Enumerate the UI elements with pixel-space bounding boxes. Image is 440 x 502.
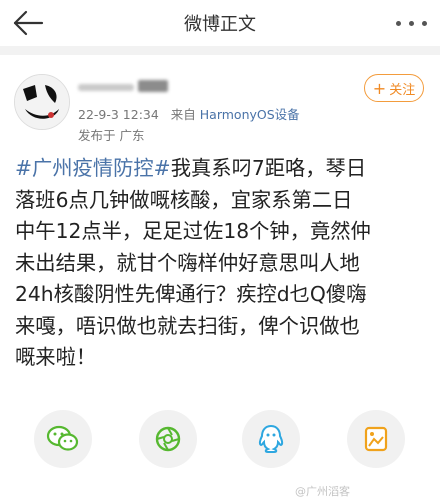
- content-line: 我真系叼7距咯，琴日: [170, 156, 367, 180]
- post-date: 22-9-3 12:34: [78, 107, 159, 122]
- topic-link[interactable]: #广州疫情防控#: [15, 156, 171, 180]
- source-prefix: 来自: [170, 107, 196, 122]
- post-content: #广州疫情防控#我真系叼7距咯，琴日 落班6点几钟做嘅核酸，宜家系第二日 中午1…: [15, 153, 430, 374]
- content-line: 来嘎，唔识做也就去扫街，俾个识做也: [15, 313, 360, 338]
- page-title: 微博正文: [184, 14, 256, 35]
- more-dots-icon[interactable]: [394, 13, 430, 33]
- qq-icon: [258, 424, 284, 453]
- content-line: 未出结果，就甘个嗨样仲好意思叫人地: [15, 250, 360, 275]
- save-image-button[interactable]: [347, 410, 405, 468]
- wechat-icon: [46, 425, 79, 451]
- device-link[interactable]: HarmonyOS设备: [200, 107, 300, 122]
- watermark: @广州滔客: [295, 485, 350, 498]
- content-line: 落班6点几钟做嘅核酸，宜家系第二日: [15, 187, 353, 212]
- content-line: 嘅来啦！: [15, 345, 97, 369]
- username-blurred[interactable]: [78, 80, 168, 94]
- follow-label: 关注: [389, 82, 416, 98]
- content-line: 24h核酸阴性先俾通行？疾控d乜Q傻嗨: [15, 282, 367, 306]
- share-moments-button[interactable]: [139, 410, 197, 468]
- moments-icon: [155, 426, 181, 452]
- header-divider: [0, 46, 440, 55]
- content-line: 中午12点半，足足过佐18个钟，竟然仲: [15, 219, 371, 243]
- post-meta: 22-9-3 12:34 来自 HarmonyOS设备: [78, 104, 300, 123]
- plus-icon: +: [372, 78, 387, 98]
- avatar[interactable]: [14, 74, 70, 130]
- share-qq-button[interactable]: [242, 410, 300, 468]
- post-location: 发布于 广东: [78, 128, 145, 143]
- follow-button[interactable]: + 关注: [364, 74, 424, 102]
- top-bar: 微博正文: [0, 0, 440, 47]
- save-image-icon: [364, 426, 388, 452]
- share-wechat-button[interactable]: [34, 410, 92, 468]
